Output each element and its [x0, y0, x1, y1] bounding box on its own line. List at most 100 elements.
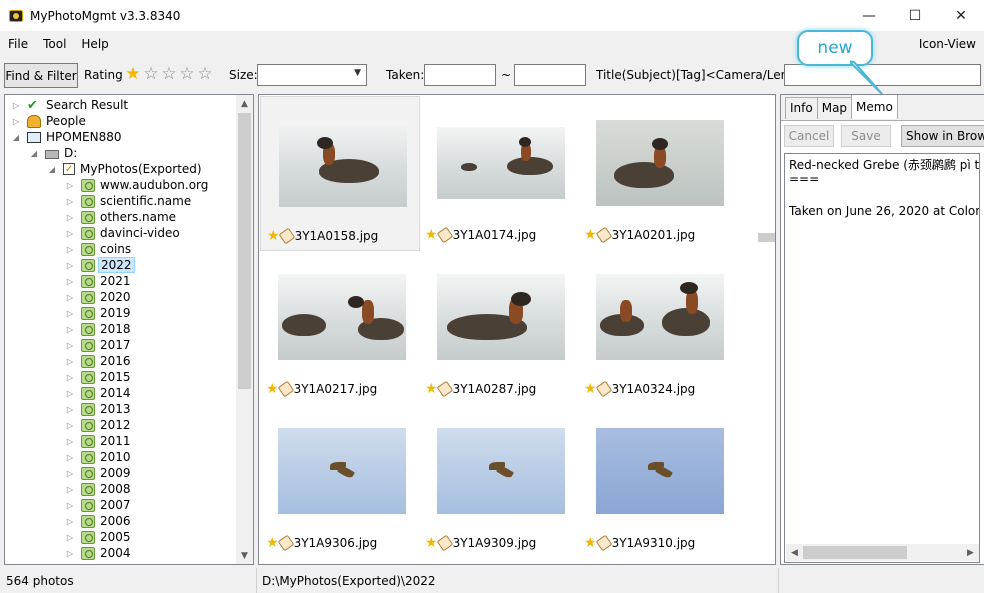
tree-item-folder-selected[interactable]: ▷ 2022: [65, 257, 135, 273]
photo-thumbnail[interactable]: [596, 274, 724, 360]
tree-item-folder[interactable]: ▷ 2009: [65, 465, 133, 481]
tree-item-folder[interactable]: ▷ 2005: [65, 529, 133, 545]
size-dropdown[interactable]: ▼: [257, 64, 367, 86]
photo-tile[interactable]: ★ 3Y1A0217.jpg: [260, 250, 420, 405]
photo-thumbnail[interactable]: [437, 274, 565, 360]
expand-arrow-icon[interactable]: ▷: [65, 421, 75, 430]
memo-hscrollbar[interactable]: ◀ ▶: [786, 544, 979, 561]
tree-item-computer[interactable]: ◢ HPOMEN880: [11, 129, 124, 145]
expand-arrow-icon[interactable]: ▷: [65, 197, 75, 206]
tree-item-folder[interactable]: ▷ 2011: [65, 433, 133, 449]
save-button[interactable]: Save: [841, 125, 891, 147]
folder-tree[interactable]: ▷ ✔ Search Result ▷ People ◢ HPOMEN880 ◢…: [4, 94, 254, 565]
tab-map[interactable]: Map: [816, 97, 853, 119]
expand-arrow-icon[interactable]: ▷: [65, 181, 75, 190]
expand-arrow-icon[interactable]: ▷: [11, 101, 21, 110]
find-filter-button[interactable]: Find & Filter: [4, 63, 78, 88]
photo-thumbnail[interactable]: [596, 120, 724, 206]
expand-arrow-icon[interactable]: ▷: [65, 309, 75, 318]
star-1-icon[interactable]: ★: [124, 64, 142, 84]
photo-tile[interactable]: ★ 3Y1A9310.jpg: [578, 404, 738, 559]
star-2-icon[interactable]: ☆: [142, 64, 160, 84]
tree-item-folder[interactable]: ▷ coins: [65, 241, 133, 257]
memo-textarea[interactable]: Red-necked Grebe (赤颈䴙䴘 pì tī) === Taken …: [784, 153, 980, 563]
photo-tile[interactable]: ★ 3Y1A9309.jpg: [419, 404, 579, 559]
photo-tile[interactable]: ★ 3Y1A0287.jpg: [419, 250, 579, 405]
menu-tool[interactable]: Tool: [36, 37, 73, 51]
taken-from-field[interactable]: [424, 64, 496, 86]
star-4-icon[interactable]: ☆: [178, 64, 196, 84]
expand-arrow-icon[interactable]: ▷: [65, 277, 75, 286]
tree-item-folder[interactable]: ▷ 2010: [65, 449, 133, 465]
star-5-icon[interactable]: ☆: [196, 64, 214, 84]
tree-item-folder[interactable]: ▷ davinci-video: [65, 225, 182, 241]
expand-arrow-icon[interactable]: ▷: [65, 437, 75, 446]
expand-arrow-icon[interactable]: ▷: [65, 517, 75, 526]
scroll-thumb[interactable]: [803, 546, 907, 559]
show-in-browser-button[interactable]: Show in Browser: [901, 125, 984, 147]
minimize-button[interactable]: —: [846, 0, 892, 31]
expand-arrow-icon[interactable]: ▷: [65, 213, 75, 222]
menu-file[interactable]: File: [1, 37, 35, 51]
taken-to-field[interactable]: [514, 64, 586, 86]
view-mode-toggle[interactable]: Icon-View: [919, 37, 976, 51]
photo-thumbnail[interactable]: [278, 428, 406, 514]
expand-arrow-icon[interactable]: ▷: [65, 325, 75, 334]
tree-item-folder[interactable]: ▷ 2020: [65, 289, 133, 305]
expand-arrow-icon[interactable]: ▷: [65, 549, 75, 558]
photo-tile[interactable]: ★ 3Y1A9306.jpg: [260, 404, 420, 559]
close-button[interactable]: ✕: [938, 0, 984, 31]
photo-thumbnail[interactable]: [279, 121, 407, 207]
photo-tile[interactable]: ★ 3Y1A0201.jpg: [578, 96, 738, 251]
tree-item-folder[interactable]: ▷ 2007: [65, 497, 133, 513]
expand-arrow-icon[interactable]: ▷: [65, 501, 75, 510]
tree-item-folder[interactable]: ▷ 2004: [65, 545, 133, 561]
tab-info[interactable]: Info: [785, 97, 818, 119]
tree-item-drive-d[interactable]: ◢ D:: [29, 145, 79, 161]
scroll-right-icon[interactable]: ▶: [962, 544, 979, 561]
tree-item-folder[interactable]: ▷ others.name: [65, 209, 178, 225]
tree-item-folder[interactable]: ▷ 2015: [65, 369, 133, 385]
expand-arrow-icon[interactable]: ▷: [65, 469, 75, 478]
tab-memo[interactable]: Memo: [851, 95, 898, 119]
tree-item-folder[interactable]: ▷ 2008: [65, 481, 133, 497]
grid-scrollbar[interactable]: [758, 95, 775, 564]
photo-thumbnail[interactable]: [437, 127, 565, 199]
photo-grid[interactable]: ★ 3Y1A0158.jpg ★ 3Y1A0174.jpg ★ 3Y1A0201…: [258, 94, 776, 565]
scroll-left-icon[interactable]: ◀: [786, 544, 803, 561]
checkbox-icon[interactable]: ✓: [63, 163, 75, 175]
photo-thumbnail[interactable]: [596, 428, 724, 514]
tree-item-myphotos[interactable]: ◢ ✓ MyPhotos(Exported): [47, 161, 204, 177]
expand-arrow-icon[interactable]: ▷: [65, 453, 75, 462]
expand-arrow-icon[interactable]: ▷: [11, 117, 21, 126]
collapse-arrow-icon[interactable]: ◢: [11, 133, 21, 142]
tree-item-people[interactable]: ▷ People: [11, 113, 88, 129]
collapse-arrow-icon[interactable]: ◢: [47, 165, 57, 174]
expand-arrow-icon[interactable]: ▷: [65, 245, 75, 254]
scroll-thumb[interactable]: [758, 233, 775, 242]
tree-item-folder[interactable]: ▷ www.audubon.org: [65, 177, 210, 193]
tree-item-folder[interactable]: ▷ scientific.name: [65, 193, 193, 209]
expand-arrow-icon[interactable]: ▷: [65, 293, 75, 302]
expand-arrow-icon[interactable]: ▷: [65, 373, 75, 382]
expand-arrow-icon[interactable]: ▷: [65, 389, 75, 398]
expand-arrow-icon[interactable]: ▷: [65, 485, 75, 494]
tree-item-folder[interactable]: ▷ 2014: [65, 385, 133, 401]
tree-item-folder[interactable]: ▷ 2013: [65, 401, 133, 417]
photo-tile[interactable]: ★ 3Y1A0174.jpg: [419, 96, 579, 251]
photo-thumbnail[interactable]: [437, 428, 565, 514]
expand-arrow-icon[interactable]: ▷: [65, 533, 75, 542]
tree-item-folder[interactable]: ▷ 2012: [65, 417, 133, 433]
collapse-arrow-icon[interactable]: ◢: [29, 149, 39, 158]
expand-arrow-icon[interactable]: ▷: [65, 405, 75, 414]
tree-scrollbar[interactable]: ▲ ▼: [236, 95, 253, 564]
tree-item-folder[interactable]: ▷ 2021: [65, 273, 133, 289]
tree-item-search-result[interactable]: ▷ ✔ Search Result: [11, 97, 130, 113]
expand-arrow-icon[interactable]: ▷: [65, 341, 75, 350]
cancel-button[interactable]: Cancel: [784, 125, 834, 147]
tree-item-folder[interactable]: ▷ 2017: [65, 337, 133, 353]
scroll-thumb[interactable]: [238, 113, 251, 389]
photo-tile[interactable]: ★ 3Y1A0158.jpg: [260, 96, 420, 251]
star-3-icon[interactable]: ☆: [160, 64, 178, 84]
photo-thumbnail[interactable]: [278, 274, 406, 360]
